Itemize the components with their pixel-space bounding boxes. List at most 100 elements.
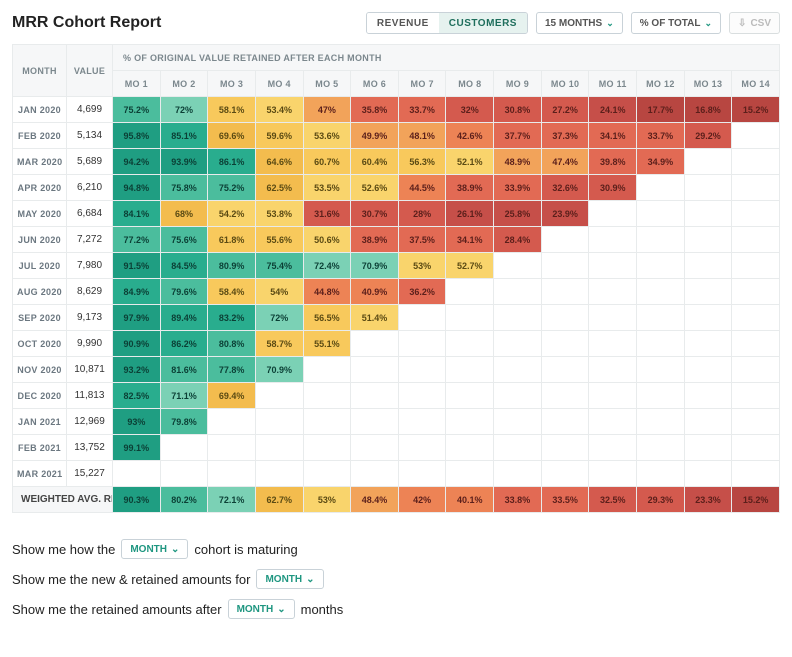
retention-cell xyxy=(351,383,399,409)
cohort-month: NOV 2020 xyxy=(13,357,67,383)
footer-cell: 33.8% xyxy=(494,487,542,513)
retention-cell: 38.9% xyxy=(446,175,494,201)
retention-cell xyxy=(255,461,303,487)
retention-cell xyxy=(732,409,780,435)
retention-cell xyxy=(684,435,732,461)
retention-cell xyxy=(398,461,446,487)
footer-cell: 15.2% xyxy=(732,487,780,513)
table-row: SEP 20209,17397.9%89.4%83.2%72%56.5%51.4… xyxy=(13,305,780,331)
cohort-month: DEC 2020 xyxy=(13,383,67,409)
retention-cell: 72.4% xyxy=(303,253,351,279)
retention-cell: 69.6% xyxy=(208,123,256,149)
retention-cell: 58.4% xyxy=(208,279,256,305)
cohort-value: 6,684 xyxy=(67,201,113,227)
retention-cell: 62.5% xyxy=(255,175,303,201)
retention-cell xyxy=(541,331,589,357)
retention-cell xyxy=(494,279,542,305)
retention-cell xyxy=(446,279,494,305)
retention-cell: 84.9% xyxy=(113,279,161,305)
retention-cell xyxy=(255,383,303,409)
retention-cell xyxy=(732,175,780,201)
cohort-month-dropdown[interactable]: MONTH ⌄ xyxy=(121,539,188,559)
cohort-month: AUG 2020 xyxy=(13,279,67,305)
retention-cell xyxy=(684,383,732,409)
header-mo-5: MO 5 xyxy=(303,71,351,97)
text: Show me the new & retained amounts for xyxy=(12,572,250,587)
retention-cell: 37.5% xyxy=(398,227,446,253)
retention-cell: 44.5% xyxy=(398,175,446,201)
footer-cell: 33.5% xyxy=(541,487,589,513)
retention-cell xyxy=(637,305,685,331)
retention-cell: 93.2% xyxy=(113,357,161,383)
retention-cell xyxy=(541,227,589,253)
retention-cell: 75.6% xyxy=(160,227,208,253)
retention-cell xyxy=(637,461,685,487)
footer-cell: 48.4% xyxy=(351,487,399,513)
header-mo-13: MO 13 xyxy=(684,71,732,97)
header-mo-2: MO 2 xyxy=(160,71,208,97)
cohort-month: FEB 2021 xyxy=(13,435,67,461)
retention-cell: 70.9% xyxy=(255,357,303,383)
retention-cell: 82.5% xyxy=(113,383,161,409)
retention-cell xyxy=(684,331,732,357)
retention-cell: 79.8% xyxy=(160,409,208,435)
footer-label: WEIGHTED AVG. RETAINED xyxy=(13,487,113,513)
retention-cell: 50.6% xyxy=(303,227,351,253)
chevron-down-icon: ⌄ xyxy=(277,604,285,615)
retention-cell: 58.7% xyxy=(255,331,303,357)
retention-cell: 25.8% xyxy=(494,201,542,227)
cohort-value: 15,227 xyxy=(67,461,113,487)
retention-cell: 55.6% xyxy=(255,227,303,253)
retention-cell xyxy=(446,305,494,331)
cohort-value: 6,210 xyxy=(67,175,113,201)
retention-cell xyxy=(160,461,208,487)
text: months xyxy=(301,602,344,617)
cohort-value: 5,134 xyxy=(67,123,113,149)
header-mo-14: MO 14 xyxy=(732,71,780,97)
cohort-month: SEP 2020 xyxy=(13,305,67,331)
cohort-month: MAY 2020 xyxy=(13,201,67,227)
footer-cell: 32.5% xyxy=(589,487,637,513)
retention-cell xyxy=(589,331,637,357)
header-mo-7: MO 7 xyxy=(398,71,446,97)
retention-cell xyxy=(732,123,780,149)
retention-cell: 36.2% xyxy=(398,279,446,305)
retention-cell xyxy=(255,409,303,435)
retention-cell: 97.9% xyxy=(113,305,161,331)
retention-cell xyxy=(684,357,732,383)
cohort-value: 10,871 xyxy=(67,357,113,383)
footer-cell: 29.3% xyxy=(637,487,685,513)
retention-cell xyxy=(351,461,399,487)
after-month-dropdown[interactable]: MONTH ⌄ xyxy=(228,599,295,619)
tab-customers[interactable]: CUSTOMERS xyxy=(439,13,527,33)
retention-cell: 86.2% xyxy=(160,331,208,357)
table-row: JUN 20207,27277.2%75.6%61.8%55.6%50.6%38… xyxy=(13,227,780,253)
retention-cell xyxy=(208,435,256,461)
footer-cell: 62.7% xyxy=(255,487,303,513)
retention-cell: 39.8% xyxy=(589,149,637,175)
text: Show me the retained amounts after xyxy=(12,602,222,617)
mode-dropdown[interactable]: % OF TOTAL ⌄ xyxy=(631,12,721,34)
retention-cell xyxy=(446,331,494,357)
retention-cell: 33.7% xyxy=(637,123,685,149)
for-month-dropdown[interactable]: MONTH ⌄ xyxy=(256,569,323,589)
download-icon: ⇩ xyxy=(738,18,746,29)
retention-cell xyxy=(732,227,780,253)
cohort-value: 11,813 xyxy=(67,383,113,409)
tab-revenue[interactable]: REVENUE xyxy=(367,13,439,33)
retention-cell xyxy=(494,253,542,279)
retention-cell xyxy=(160,435,208,461)
retention-cell xyxy=(494,461,542,487)
retention-cell: 33.9% xyxy=(494,175,542,201)
retention-cell xyxy=(589,201,637,227)
retention-cell: 30.9% xyxy=(589,175,637,201)
retention-cell xyxy=(255,435,303,461)
footer-cell: 72.1% xyxy=(208,487,256,513)
retention-cell xyxy=(446,461,494,487)
retention-cell xyxy=(541,253,589,279)
range-dropdown[interactable]: 15 MONTHS ⌄ xyxy=(536,12,623,34)
export-csv-button[interactable]: ⇩ CSV xyxy=(729,12,780,34)
mode-dropdown-label: % OF TOTAL xyxy=(640,18,701,29)
retention-cell xyxy=(589,409,637,435)
retention-cell: 79.6% xyxy=(160,279,208,305)
